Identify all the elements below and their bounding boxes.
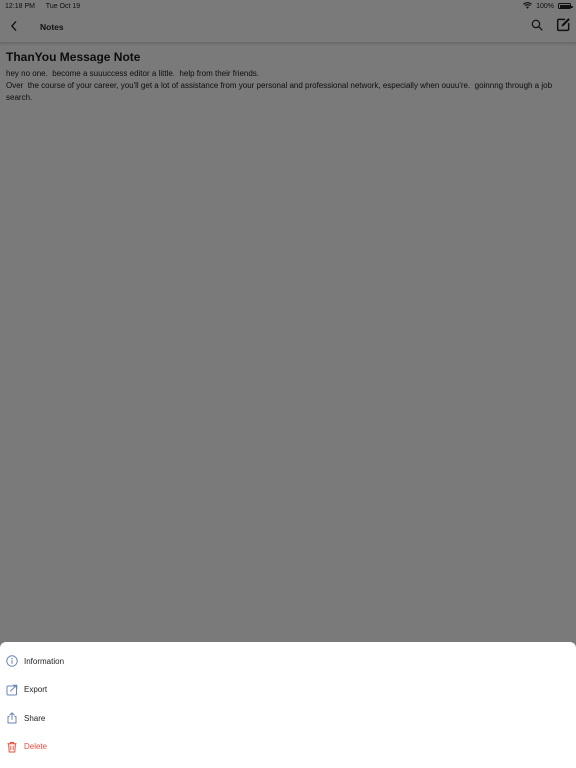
compose-button[interactable]: [553, 17, 573, 37]
nav-title: Notes: [40, 22, 64, 32]
back-button[interactable]: [0, 13, 28, 41]
export-button[interactable]: Export: [0, 676, 576, 705]
share-button[interactable]: Share: [0, 704, 576, 733]
battery-percent: 100%: [536, 2, 554, 10]
note-title[interactable]: ThanYou Message Note: [6, 50, 570, 64]
compose-icon: [556, 17, 571, 37]
battery-fill: [559, 4, 570, 8]
status-bar: 12:18 PM Tue Oct 19 100%: [0, 0, 576, 12]
information-button[interactable]: Information: [0, 647, 576, 676]
search-button[interactable]: [527, 17, 547, 37]
information-label: Information: [24, 656, 65, 666]
screen: 12:18 PM Tue Oct 19 100% Notes ThanYou M…: [0, 0, 576, 768]
delete-button[interactable]: Delete: [0, 733, 576, 762]
battery-icon: [558, 3, 573, 9]
note-body[interactable]: hey no one. become a suuuccess editor a …: [6, 68, 570, 104]
nav-bar: Notes: [0, 12, 576, 43]
share-icon: [6, 712, 18, 724]
chevron-left-icon: [10, 18, 18, 36]
export-icon: [6, 684, 18, 696]
status-date: Tue Oct 19: [45, 2, 81, 10]
action-sheet: Information Export Share Delete: [0, 642, 576, 768]
status-right: 100%: [523, 1, 573, 11]
status-time: 12:18 PM: [5, 2, 35, 10]
info-icon: [6, 655, 18, 667]
wifi-icon: [523, 1, 532, 11]
export-label: Export: [24, 685, 48, 695]
search-icon: [531, 18, 543, 36]
status-left: 12:18 PM Tue Oct 19: [5, 3, 89, 10]
share-label: Share: [24, 713, 46, 723]
nav-actions: [527, 17, 573, 37]
trash-icon: [6, 741, 18, 753]
note-content: ThanYou Message Note hey no one. become …: [6, 50, 570, 104]
delete-label: Delete: [24, 742, 48, 752]
